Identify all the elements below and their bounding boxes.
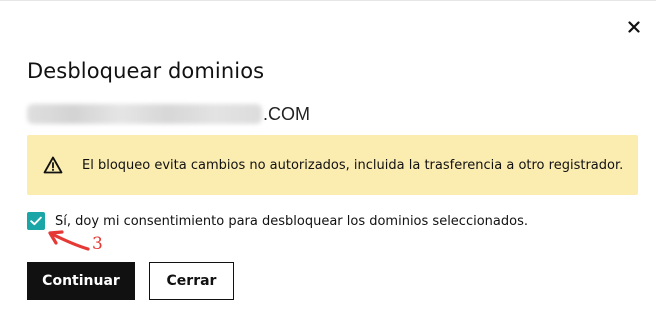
close-dialog-button[interactable]: Cerrar — [149, 262, 234, 300]
consent-checkbox[interactable] — [27, 212, 45, 230]
warning-banner: El bloqueo evita cambios no autorizados,… — [27, 135, 638, 195]
consent-label: Sí, doy mi consentimiento para desbloque… — [55, 213, 528, 229]
domain-name: .COM — [27, 102, 310, 126]
close-icon — [628, 21, 640, 33]
continue-button[interactable]: Continuar — [27, 262, 135, 300]
close-button[interactable] — [622, 15, 646, 39]
dialog-title: Desbloquear dominios — [27, 59, 265, 83]
unlock-domains-dialog: Desbloquear dominios .COM El bloqueo evi… — [0, 0, 656, 327]
redacted-domain-blur — [27, 104, 262, 124]
annotation-number: 3 — [92, 234, 103, 254]
warning-icon — [43, 155, 63, 175]
consent-row: Sí, doy mi consentimiento para desbloque… — [27, 212, 528, 230]
domain-tld: .COM — [263, 103, 310, 124]
warning-text: El bloqueo evita cambios no autorizados,… — [82, 157, 624, 173]
annotation-arrow-icon — [48, 230, 90, 251]
checkmark-icon — [30, 216, 42, 226]
